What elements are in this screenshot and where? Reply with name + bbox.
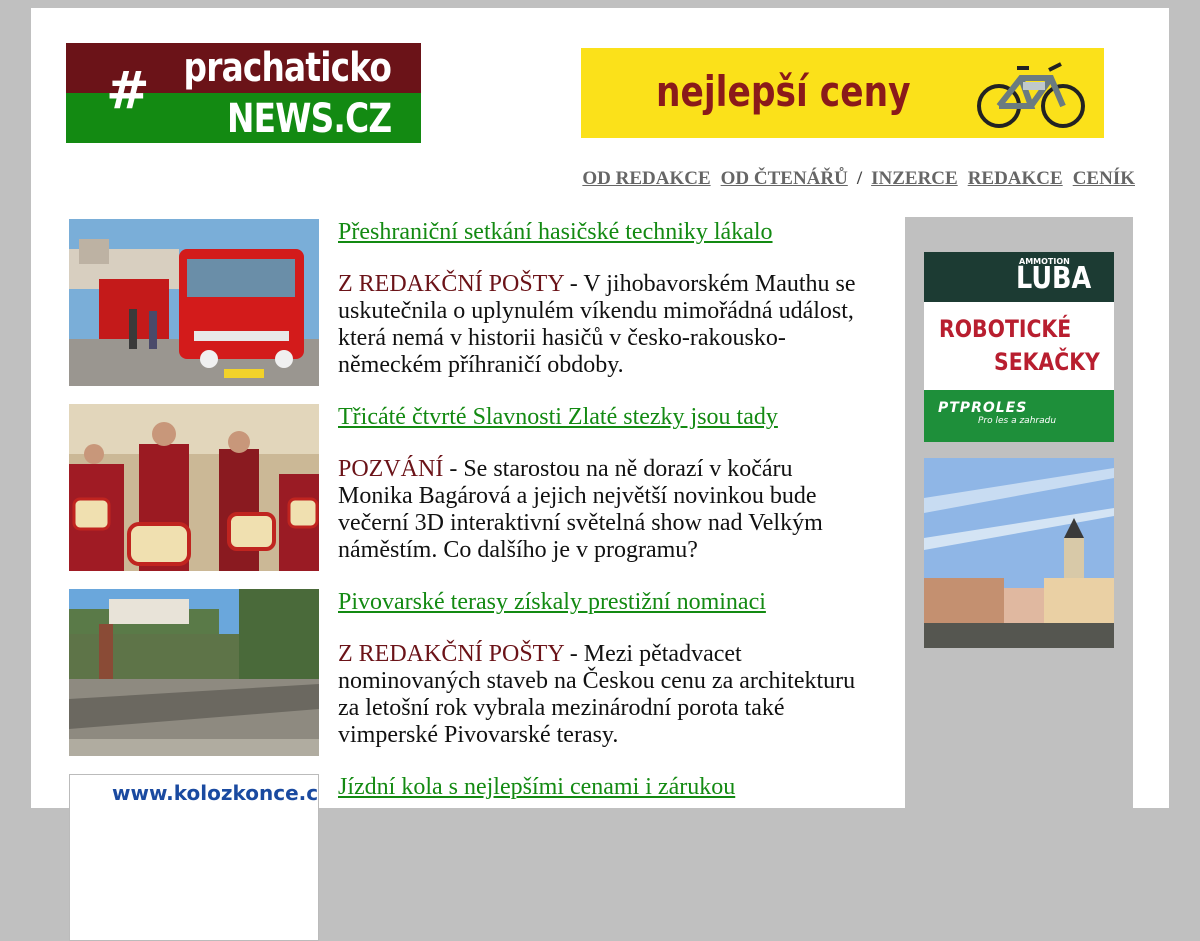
kolozkonce-text: www.kolozkonce.cz [112,781,319,805]
town-square-photo[interactable] [924,458,1114,648]
ptproles-label: PTPROLES [938,400,1028,416]
ad-line1: ROBOTICKÉ [939,315,1072,343]
article-perex: POZVÁNÍ - Se starostou na ně dorazí v ko… [338,456,863,564]
main-nav: OD REDAKCE OD ČTENÁŘŮ / INZERCE REDAKCE CENÍK [582,168,1135,190]
article-category: Z REDAKČNÍ POŠTY [338,641,564,667]
article-category: Z REDAKČNÍ POŠTY [338,271,564,297]
nav-separator: / [856,168,863,189]
sidebar: AMMOTION LUBA ROBOTICKÉ SEKAČKY PTPROLES… [905,217,1133,817]
robotic-mowers-ad[interactable]: AMMOTION LUBA ROBOTICKÉ SEKAČKY PTPROLES… [924,252,1114,442]
logo-line1: prachaticko [183,45,391,91]
brewery-terraces-photo[interactable] [69,589,319,756]
ad-line2: SEKAČKY [994,348,1100,376]
kolozkonce-logo[interactable]: www.kolozkonce.cz [69,774,319,941]
site-logo[interactable]: # prachaticko NEWS.CZ [66,43,421,143]
nav-redakce[interactable]: REDAKCE [968,168,1063,189]
article-perex: Z REDAKČNÍ POŠTY - Mezi pětadvacet nomin… [338,641,863,749]
top-banner-ad[interactable]: nejlepší ceny [581,48,1104,138]
ptproles-tagline: Pro les a zahradu [978,416,1057,426]
article-title[interactable]: Pivovarské terasy získaly prestižní nomi… [338,589,766,616]
logo-line2: NEWS.CZ [226,96,392,142]
article-category: POZVÁNÍ [338,456,444,482]
nav-od-redakce[interactable]: OD REDAKCE [582,168,710,189]
fire-truck-photo[interactable] [69,219,319,386]
luba-label: LUBA [1016,261,1092,296]
nav-cenik[interactable]: CENÍK [1073,168,1135,189]
logo-hash-icon: # [106,61,150,121]
electric-bike-icon [977,62,1085,128]
article-title[interactable]: Jízdní kola s nejlepšími cenami i záruko… [338,774,735,801]
drummers-parade-photo[interactable] [69,404,319,571]
article-title[interactable]: Třicáté čtvrté Slavnosti Zlaté stezky js… [338,404,778,431]
page: # prachaticko NEWS.CZ nejlepší ceny OD R… [31,8,1169,941]
nav-inzerce[interactable]: INZERCE [871,168,958,189]
article-title[interactable]: Přeshraniční setkání hasičské techniky l… [338,219,773,246]
nav-od-ctenaru[interactable]: OD ČTENÁŘŮ [721,168,848,189]
article-perex: Z REDAKČNÍ POŠTY - V jihobavorském Mauth… [338,271,863,379]
banner-text: nejlepší ceny [656,67,911,116]
